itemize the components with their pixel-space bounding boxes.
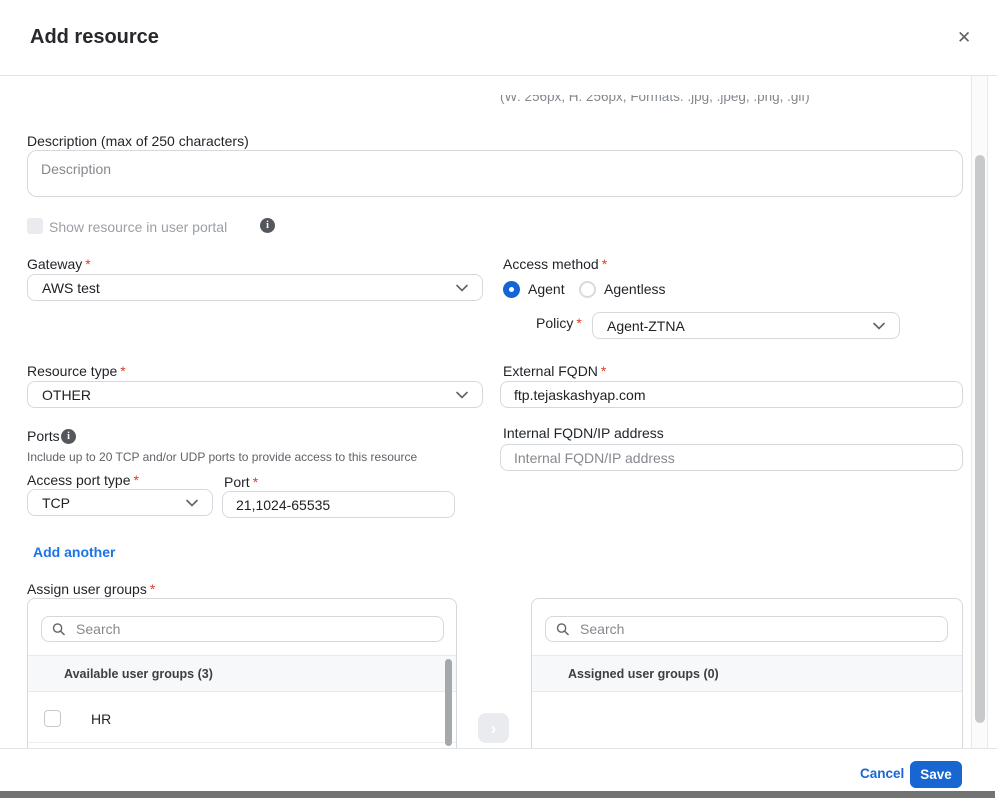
ports-helper-text: Include up to 20 TCP and/or UDP ports to…: [27, 450, 418, 464]
chevron-down-icon: [873, 322, 885, 330]
search-icon: [556, 623, 569, 636]
assigned-groups-header: Assigned user groups (0): [532, 655, 962, 692]
access-port-type-label: Access port type *: [27, 472, 139, 488]
description-textarea[interactable]: [27, 150, 963, 197]
footer-divider: [0, 748, 997, 749]
radio-agent[interactable]: [503, 281, 520, 298]
radio-agentless[interactable]: [579, 281, 596, 298]
resource-type-label: Resource type *: [27, 363, 126, 379]
gateway-label: Gateway *: [27, 256, 91, 272]
page-title: Add resource: [30, 26, 159, 48]
internal-fqdn-label: Internal FQDN/IP address: [503, 425, 664, 441]
required-asterisk: *: [601, 256, 608, 272]
group-checkbox[interactable]: [44, 710, 61, 727]
chevron-down-icon: [186, 499, 198, 507]
gateway-value: AWS test: [42, 279, 100, 296]
add-resource-modal: Add resource ✕ (W: 256px, H: 256px; Form…: [0, 0, 997, 799]
group-row-label: HR: [91, 711, 112, 727]
internal-fqdn-input[interactable]: [500, 444, 963, 471]
port-input[interactable]: [222, 491, 455, 518]
portal-checkbox-label: Show resource in user portal: [49, 219, 228, 235]
available-groups-header: Available user groups (3): [28, 655, 456, 692]
available-search[interactable]: [41, 616, 444, 642]
image-format-hint: (W: 256px, H: 256px; Formats: .jpg, .jpe…: [500, 95, 810, 104]
required-asterisk: *: [252, 474, 259, 490]
resource-type-value: OTHER: [42, 386, 91, 403]
ports-info-icon[interactable]: i: [61, 429, 76, 444]
assigned-groups-panel: Assigned user groups (0): [531, 598, 963, 748]
chevron-down-icon: [456, 284, 468, 292]
portal-info-icon[interactable]: i: [260, 218, 275, 233]
policy-value: Agent-ZTNA: [607, 317, 685, 334]
cancel-button[interactable]: Cancel: [860, 766, 904, 781]
port-label: Port *: [224, 474, 259, 490]
access-port-type-select[interactable]: TCP: [27, 489, 213, 516]
gateway-select[interactable]: AWS test: [27, 274, 483, 301]
external-fqdn-input[interactable]: [500, 381, 963, 408]
access-port-type-value: TCP: [42, 494, 70, 511]
row-divider: [28, 742, 456, 743]
required-asterisk: *: [576, 315, 582, 331]
move-right-button[interactable]: ›: [478, 713, 509, 743]
background-page-bar: [0, 791, 995, 798]
required-asterisk: *: [600, 363, 607, 379]
radio-agentless-label: Agentless: [604, 281, 666, 297]
chevron-down-icon: [456, 391, 468, 399]
available-groups-panel: Available user groups (3) HR: [27, 598, 457, 748]
description-label: Description (max of 250 characters): [27, 133, 249, 149]
close-icon[interactable]: ✕: [957, 29, 971, 46]
external-fqdn-label: External FQDN *: [503, 363, 607, 379]
policy-select[interactable]: Agent-ZTNA: [592, 312, 900, 339]
modal-scrollbar-thumb[interactable]: [975, 155, 985, 723]
resource-type-select[interactable]: OTHER: [27, 381, 483, 408]
required-asterisk: *: [120, 363, 126, 379]
chevron-right-icon: ›: [490, 718, 497, 738]
list-scrollbar-thumb[interactable]: [445, 659, 452, 746]
required-asterisk: *: [133, 472, 139, 488]
search-icon: [52, 623, 65, 636]
required-asterisk: *: [85, 256, 91, 272]
required-asterisk: *: [149, 581, 156, 597]
access-method-label: Access method *: [503, 256, 608, 272]
add-another-link[interactable]: Add another: [33, 544, 115, 560]
radio-agent-label: Agent: [528, 281, 565, 297]
assigned-search[interactable]: [545, 616, 948, 642]
modal-body: (W: 256px, H: 256px; Formats: .jpg, .jpe…: [0, 76, 997, 748]
assign-user-groups-label: Assign user groups *: [27, 581, 156, 597]
portal-checkbox[interactable]: [27, 218, 43, 234]
save-button[interactable]: Save: [910, 761, 962, 788]
policy-label: Policy *: [536, 315, 582, 331]
ports-label: Ports: [27, 428, 60, 444]
available-search-input[interactable]: [74, 620, 433, 638]
assigned-search-input[interactable]: [578, 620, 937, 638]
